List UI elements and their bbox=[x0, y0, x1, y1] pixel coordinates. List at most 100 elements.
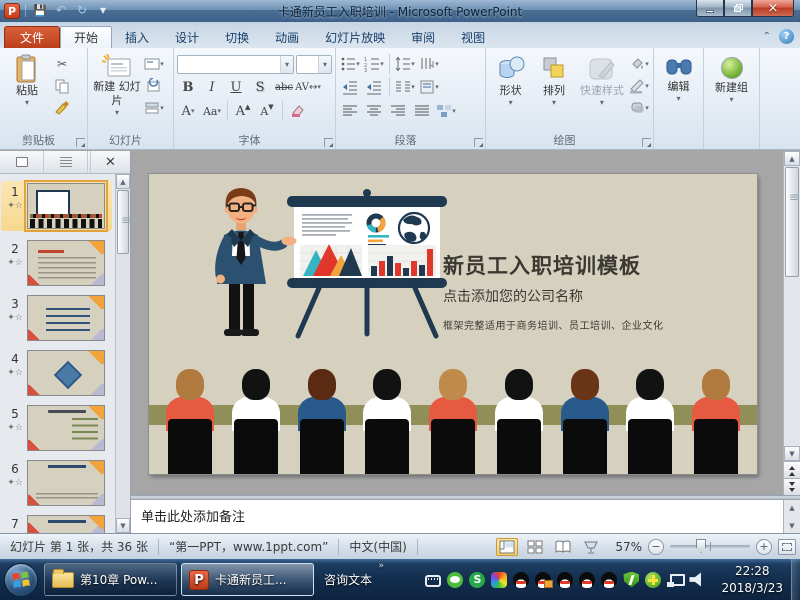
scroll-up-icon[interactable]: ▲ bbox=[784, 500, 800, 515]
redo-button[interactable]: ↻ bbox=[73, 3, 91, 19]
slide-1[interactable]: 新员工入职培训模板 点击添加您的公司名称 框架完整适用于商务培训、员工培训、企业… bbox=[149, 174, 757, 474]
font-size-combo[interactable]: ▾ bbox=[296, 55, 332, 74]
columns-button[interactable]: ▾ bbox=[394, 78, 416, 96]
thumbnail-preview[interactable] bbox=[27, 350, 105, 396]
scroll-down-icon[interactable]: ▼ bbox=[784, 518, 800, 533]
new-group-button[interactable]: 新建组▾ bbox=[707, 51, 756, 134]
numbering-button[interactable]: 123▾ bbox=[363, 55, 385, 73]
quick-styles-button[interactable]: 快速样式▾ bbox=[576, 51, 628, 134]
qq-icon[interactable] bbox=[513, 572, 529, 588]
tab-插入[interactable]: 插入 bbox=[112, 26, 162, 48]
shape-effects-button[interactable]: ▾ bbox=[628, 99, 650, 117]
tab-file[interactable]: 文件 bbox=[4, 26, 60, 48]
undo-button[interactable]: ↶ bbox=[52, 3, 70, 19]
slide-canvas[interactable]: 新员工入职培训模板 点击添加您的公司名称 框架完整适用于商务培训、员工培训、企业… bbox=[131, 151, 800, 495]
notes-scrollbar[interactable]: ▲ ▼ bbox=[783, 500, 800, 533]
tab-切换[interactable]: 切换 bbox=[212, 26, 262, 48]
previous-slide-button[interactable] bbox=[784, 461, 800, 478]
slide-title-block[interactable]: 新员工入职培训模板 点击添加您的公司名称 框架完整适用于商务培训、员工培训、企业… bbox=[443, 250, 664, 332]
italic-button[interactable]: I bbox=[201, 78, 223, 96]
scrollbar-thumb[interactable] bbox=[785, 167, 799, 277]
scrollbar-thumb[interactable] bbox=[117, 190, 129, 254]
line-spacing-button[interactable]: ▾ bbox=[394, 55, 416, 73]
volume-icon[interactable] bbox=[689, 572, 705, 588]
toolbar-overflow-icon[interactable]: » bbox=[379, 561, 385, 571]
tab-审阅[interactable]: 审阅 bbox=[398, 26, 448, 48]
title-bar[interactable]: P 💾 ↶ ↻ ▾ 卡通新员工入职培训 - Microsoft PowerPoi… bbox=[0, 0, 800, 22]
thumbnail-preview[interactable] bbox=[27, 405, 105, 451]
align-right-button[interactable] bbox=[387, 102, 409, 120]
tab-outline[interactable] bbox=[44, 151, 88, 173]
text-shadow-button[interactable]: S bbox=[249, 78, 271, 96]
reset-button[interactable] bbox=[143, 77, 165, 95]
minimize-button[interactable] bbox=[696, 0, 724, 17]
shape-outline-button[interactable]: ▾ bbox=[628, 77, 650, 95]
thumbnail-slide-7[interactable]: 7✦☆ bbox=[3, 515, 112, 533]
zoom-slider[interactable] bbox=[670, 545, 750, 548]
bold-button[interactable]: B bbox=[177, 78, 199, 96]
shrink-font-button[interactable]: A▼ bbox=[256, 102, 278, 120]
scroll-down-icon[interactable]: ▼ bbox=[116, 518, 130, 533]
save-button[interactable]: 💾 bbox=[31, 3, 49, 19]
paragraph-dialog-launcher[interactable] bbox=[474, 138, 483, 147]
scroll-up-icon[interactable]: ▲ bbox=[116, 174, 130, 189]
thumbnail-preview[interactable] bbox=[27, 240, 105, 286]
tab-视图[interactable]: 视图 bbox=[448, 26, 498, 48]
shape-fill-button[interactable]: ▾ bbox=[628, 55, 650, 73]
slide-sorter-view-button[interactable] bbox=[524, 538, 546, 556]
increase-indent-button[interactable] bbox=[363, 78, 385, 96]
zoom-slider-thumb[interactable] bbox=[696, 539, 706, 553]
zoom-in-icon[interactable]: + bbox=[756, 539, 772, 555]
close-panel-icon[interactable]: ✕ bbox=[90, 151, 130, 173]
powerpoint-app-icon[interactable]: P bbox=[4, 3, 20, 19]
layout-button[interactable]: ▾ bbox=[143, 55, 165, 73]
arrange-button[interactable]: 排列▾ bbox=[532, 51, 575, 134]
strikethrough-button[interactable]: abc bbox=[273, 78, 295, 96]
paste-button[interactable]: 粘贴▾ bbox=[3, 51, 51, 134]
copy-button[interactable] bbox=[51, 77, 73, 95]
bullets-button[interactable]: ▾ bbox=[339, 55, 361, 73]
theme-name[interactable]: “第一PPT，www.1ppt.com” bbox=[159, 539, 339, 555]
format-painter-button[interactable] bbox=[51, 99, 73, 117]
taskbar-item-powerpoint[interactable]: P卡通新员工... bbox=[181, 563, 314, 596]
customize-quick-access-icon[interactable]: ▾ bbox=[94, 3, 112, 19]
zoom-out-icon[interactable]: − bbox=[648, 539, 664, 555]
notes-placeholder[interactable]: 单击此处添加备注 bbox=[131, 500, 783, 533]
tab-开始[interactable]: 开始 bbox=[60, 26, 112, 48]
taskbar-clock[interactable]: 22:28 2018/3/23 bbox=[713, 563, 791, 597]
vertical-scrollbar[interactable]: ▲ ▼ bbox=[783, 151, 800, 495]
thumbnail-slide-5[interactable]: 5✦☆ bbox=[3, 405, 112, 451]
panel-scrollbar[interactable]: ▲ ▼ bbox=[115, 174, 130, 533]
text-direction-button[interactable]: ▾ bbox=[418, 55, 440, 73]
slide-show-button[interactable] bbox=[580, 538, 602, 556]
grow-font-button[interactable]: A▲ bbox=[232, 102, 254, 120]
network-icon[interactable] bbox=[667, 572, 683, 588]
collapse-ribbon-icon[interactable]: ⌃ bbox=[763, 31, 771, 42]
360-shield-icon[interactable] bbox=[623, 572, 639, 588]
font-color-button[interactable]: A▾ bbox=[177, 102, 199, 120]
thumbnail-preview[interactable] bbox=[27, 183, 105, 229]
thumbnail-preview[interactable] bbox=[27, 515, 105, 533]
thumbnail-slide-6[interactable]: 6✦☆ bbox=[3, 460, 112, 506]
reading-view-button[interactable] bbox=[552, 538, 574, 556]
tab-设计[interactable]: 设计 bbox=[162, 26, 212, 48]
qq-icon[interactable] bbox=[601, 572, 617, 588]
thumbnail-slide-1[interactable]: 1✦☆ bbox=[1, 181, 112, 231]
decrease-indent-button[interactable] bbox=[339, 78, 361, 96]
thumbnail-slide-4[interactable]: 4✦☆ bbox=[3, 350, 112, 396]
slide-counter[interactable]: 幻灯片 第 1 张，共 36 张 bbox=[0, 539, 159, 555]
cut-button[interactable]: ✂ bbox=[51, 55, 73, 73]
tab-幻灯片放映[interactable]: 幻灯片放映 bbox=[312, 26, 398, 48]
new-slide-button[interactable]: 新建 幻灯片▾ bbox=[91, 51, 143, 134]
scroll-up-icon[interactable]: ▲ bbox=[784, 151, 800, 166]
drawing-dialog-launcher[interactable] bbox=[642, 138, 651, 147]
clear-formatting-button[interactable] bbox=[287, 102, 309, 120]
justify-button[interactable] bbox=[411, 102, 433, 120]
normal-view-button[interactable] bbox=[496, 538, 518, 556]
restore-button[interactable] bbox=[724, 0, 752, 17]
help-icon[interactable]: ? bbox=[779, 29, 794, 44]
shapes-button[interactable]: 形状▾ bbox=[489, 51, 532, 134]
character-spacing-button[interactable]: AV↔▾ bbox=[297, 78, 319, 96]
tab-slides-thumbnails[interactable] bbox=[0, 151, 44, 173]
font-name-combo[interactable]: ▾ bbox=[177, 55, 294, 74]
